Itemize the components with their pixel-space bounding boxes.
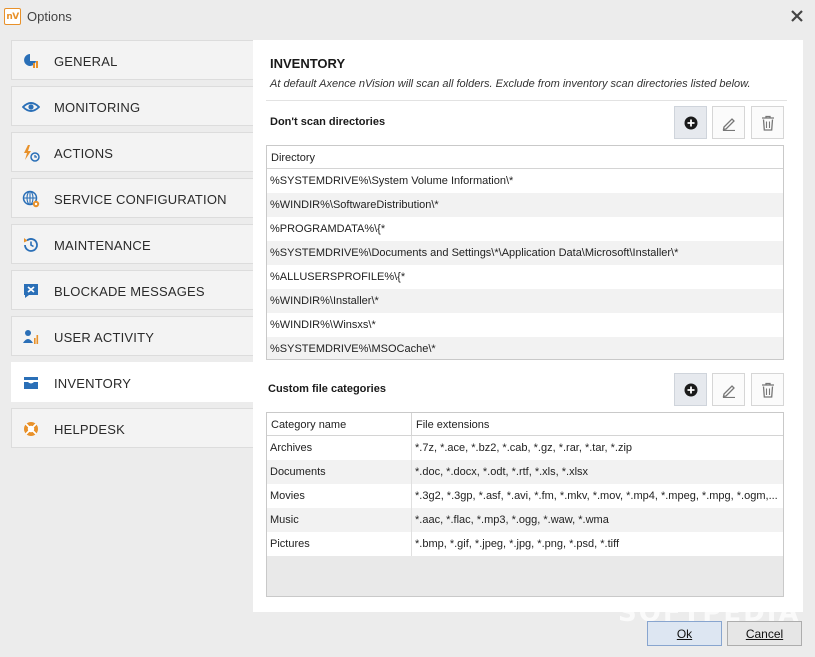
sidebar-item-monitoring[interactable]: MONITORING — [11, 86, 253, 126]
message-block-icon — [22, 282, 40, 300]
pencil-icon — [722, 384, 735, 398]
categories-section-label: Custom file categories — [268, 383, 386, 395]
table-row[interactable]: Pictures *.bmp, *.gif, *.jpeg, *.jpg, *.… — [267, 532, 783, 556]
directory-cell: %SYSTEMDRIVE%\System Volume Information\… — [270, 175, 514, 187]
file-extensions-cell: *.doc, *.docx, *.odt, *.rtf, *.xls, *.xl… — [415, 466, 589, 478]
sidebar-item-label: SERVICE CONFIGURATION — [54, 192, 227, 207]
sidebar-item-user-activity[interactable]: USER ACTIVITY — [11, 316, 253, 356]
directory-cell: %WINDIR%\SoftwareDistribution\* — [270, 199, 439, 211]
globe-gear-icon — [22, 190, 40, 208]
table-row[interactable]: %PROGRAMDATA%\{* — [267, 217, 783, 241]
trash-icon — [761, 382, 774, 398]
table-row[interactable]: Archives *.7z, *.ace, *.bz2, *.cab, *.gz… — [267, 436, 783, 460]
file-extensions-cell: *.bmp, *.gif, *.jpeg, *.jpg, *.png, *.ps… — [415, 538, 620, 550]
directory-cell: %ALLUSERSPROFILE%\{* — [270, 271, 406, 283]
sidebar-item-helpdesk[interactable]: HELPDESK — [11, 408, 253, 448]
pencil-icon — [722, 117, 735, 131]
sidebar-item-label: ACTIONS — [54, 146, 114, 161]
table-row[interactable]: %WINDIR%\Installer\* — [267, 289, 783, 313]
categories-table: Category name File extensions Archives *… — [266, 412, 784, 597]
table-row[interactable]: %WINDIR%\Winsxs\* — [267, 313, 783, 337]
inventory-panel: INVENTORY At default Axence nVision will… — [253, 40, 803, 612]
category-name-cell: Archives — [267, 436, 412, 460]
sidebar-item-inventory[interactable]: INVENTORY — [11, 362, 253, 402]
sidebar-item-maintenance[interactable]: MAINTENANCE — [11, 224, 253, 264]
inventory-tray-icon — [22, 374, 40, 392]
table-row[interactable]: Movies *.3g2, *.3gp, *.asf, *.avi, *.fm,… — [267, 484, 783, 508]
plus-circle-icon — [684, 383, 697, 396]
sidebar-item-label: INVENTORY — [54, 376, 132, 391]
sidebar-item-label: GENERAL — [54, 54, 118, 69]
add-directory-button[interactable] — [674, 106, 707, 139]
category-name-cell: Documents — [267, 460, 412, 484]
directory-cell: %WINDIR%\Winsxs\* — [270, 319, 376, 331]
trash-icon — [761, 115, 774, 131]
sidebar-nav: GENERAL MONITORING ACTIONS SERVICE CONFI… — [11, 40, 253, 454]
sidebar-item-label: USER ACTIVITY — [54, 330, 155, 345]
edit-category-button[interactable] — [712, 373, 745, 406]
sidebar-item-label: MONITORING — [54, 100, 141, 115]
category-name-cell: Pictures — [267, 532, 412, 556]
delete-category-button[interactable] — [751, 373, 784, 406]
directory-cell: %PROGRAMDATA%\{* — [270, 223, 386, 235]
title-bar: nV Options — [0, 0, 815, 34]
column-header-category-name[interactable]: Category name — [267, 413, 412, 435]
category-name-cell: Movies — [267, 484, 412, 508]
directory-cell: %WINDIR%\Installer\* — [270, 295, 379, 307]
sidebar-item-actions[interactable]: ACTIONS — [11, 132, 253, 172]
cancel-button[interactable]: Cancel — [727, 621, 802, 646]
sidebar-item-service-configuration[interactable]: SERVICE CONFIGURATION — [11, 178, 253, 218]
file-extensions-cell: *.3g2, *.3gp, *.asf, *.avi, *.fm, *.mkv,… — [415, 490, 778, 502]
sidebar-item-general[interactable]: GENERAL — [11, 40, 253, 80]
directories-table: Directory %SYSTEMDRIVE%\System Volume In… — [266, 145, 784, 360]
page-title: INVENTORY — [270, 56, 346, 71]
table-row[interactable]: Documents *.doc, *.docx, *.odt, *.rtf, *… — [267, 460, 783, 484]
table-row[interactable]: %WINDIR%\SoftwareDistribution\* — [267, 193, 783, 217]
ok-button[interactable]: Ok — [647, 621, 722, 646]
directory-cell: %SYSTEMDRIVE%\Documents and Settings\*\A… — [270, 247, 679, 259]
sidebar-item-label: MAINTENANCE — [54, 238, 151, 253]
table-row[interactable]: %ALLUSERSPROFILE%\{* — [267, 265, 783, 289]
page-description: At default Axence nVision will scan all … — [270, 78, 751, 90]
table-row[interactable]: Music *.aac, *.flac, *.mp3, *.ogg, *.waw… — [267, 508, 783, 532]
directory-cell: %SYSTEMDRIVE%\MSOCache\* — [270, 343, 436, 355]
file-extensions-cell: *.aac, *.flac, *.mp3, *.ogg, *.waw, *.wm… — [415, 514, 609, 526]
dirs-section-label: Don't scan directories — [270, 116, 386, 128]
plus-circle-icon — [684, 116, 697, 129]
table-header: Directory — [267, 146, 783, 169]
column-header-directory[interactable]: Directory — [267, 146, 783, 168]
sidebar-item-blockade-messages[interactable]: BLOCKADE MESSAGES — [11, 270, 253, 310]
close-button[interactable] — [787, 6, 807, 26]
sidebar-item-label: BLOCKADE MESSAGES — [54, 284, 205, 299]
table-row[interactable]: %SYSTEMDRIVE%\System Volume Information\… — [267, 169, 783, 193]
app-logo-icon: nV — [4, 8, 21, 25]
column-header-file-extensions[interactable]: File extensions — [412, 413, 783, 435]
category-name-cell: Music — [267, 508, 412, 532]
window-title: Options — [27, 9, 72, 24]
clock-refresh-icon — [22, 236, 40, 254]
file-extensions-cell: *.7z, *.ace, *.bz2, *.cab, *.gz, *.rar, … — [415, 442, 633, 454]
actions-icon — [22, 144, 40, 162]
edit-directory-button[interactable] — [712, 106, 745, 139]
delete-directory-button[interactable] — [751, 106, 784, 139]
add-category-button[interactable] — [674, 373, 707, 406]
table-header: Category name File extensions — [267, 413, 783, 436]
eye-icon — [22, 98, 40, 116]
sidebar-item-label: HELPDESK — [54, 422, 125, 437]
close-icon — [791, 10, 803, 22]
divider — [266, 100, 787, 101]
table-row[interactable]: %SYSTEMDRIVE%\Documents and Settings\*\A… — [267, 241, 783, 265]
lifebuoy-icon — [22, 420, 40, 438]
table-row[interactable]: %SYSTEMDRIVE%\MSOCache\* — [267, 337, 783, 359]
user-activity-icon — [22, 328, 40, 346]
general-icon — [22, 52, 40, 70]
